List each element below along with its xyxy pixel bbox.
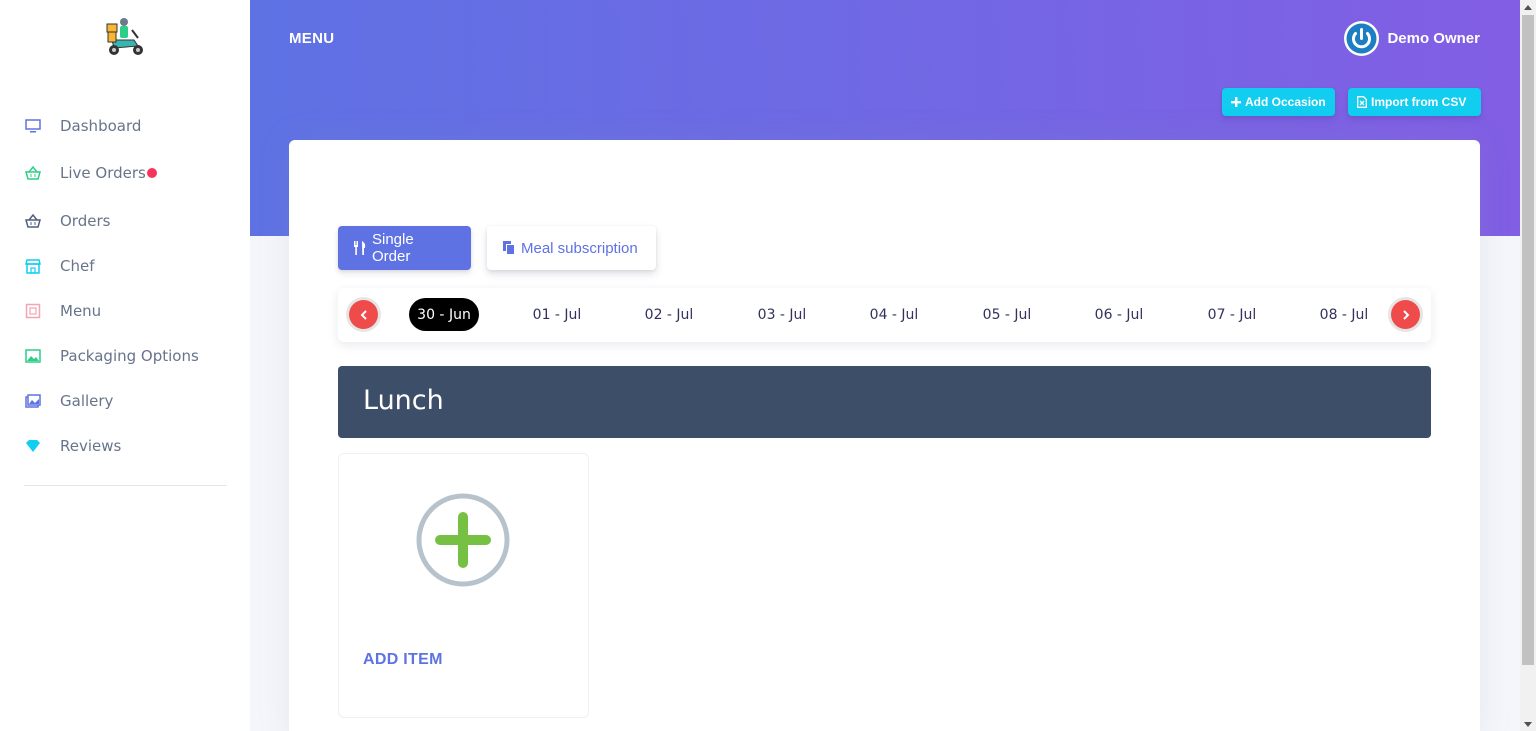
sidebar-item-reviews[interactable]: Reviews [0,424,250,468]
power-icon [1344,21,1380,56]
file-excel-icon [1357,96,1367,108]
sidebar-item-label: Gallery [60,392,114,410]
sidebar-item-orders[interactable]: Orders [0,199,250,243]
add-occasion-button[interactable]: Add Occasion [1222,88,1335,116]
scroll-down-arrow-icon[interactable] [1520,717,1536,731]
live-indicator [147,168,157,178]
image-icon [24,348,41,365]
date-item[interactable]: 07 - Jul [1197,298,1267,331]
menu-card: Single Order Meal subscription 30 - Jun … [289,140,1480,731]
sidebar-item-chef[interactable]: Chef [0,244,250,288]
basket-icon [24,213,41,230]
plus-icon [1231,97,1241,107]
meal-section-header: Lunch [338,366,1431,438]
user-name: Demo Owner [1387,30,1480,47]
album-icon [24,393,41,410]
sidebar: Dashboard Live Orders Orders Chef Menu P… [0,0,250,731]
scrollbar-thumb[interactable] [1522,15,1534,665]
date-item[interactable]: 04 - Jul [859,298,929,331]
sidebar-divider [24,485,227,486]
date-item[interactable]: 30 - Jun [409,298,479,331]
utensils-icon [354,241,366,255]
scroll-up-arrow-icon[interactable] [1520,0,1536,14]
sidebar-item-label: Live Orders [60,164,146,182]
sidebar-item-packaging-options[interactable]: Packaging Options [0,334,250,378]
copy-icon [503,241,515,255]
date-item[interactable]: 02 - Jul [634,298,704,331]
sidebar-item-label: Packaging Options [60,347,199,365]
date-item[interactable]: 01 - Jul [522,298,592,331]
sidebar-item-gallery[interactable]: Gallery [0,379,250,423]
sidebar-item-label: Reviews [60,437,122,455]
user-menu[interactable]: Demo Owner [1344,21,1480,56]
next-date-button[interactable] [1388,297,1423,332]
prev-date-button[interactable] [346,297,381,332]
date-selector: 30 - Jun 01 - Jul 02 - Jul 03 - Jul 04 -… [338,288,1431,342]
meal-section-title: Lunch [363,385,444,416]
page-title: MENU [289,30,335,47]
chevron-right-icon [1391,300,1420,329]
sidebar-item-label: Menu [60,302,102,320]
sidebar-item-dashboard[interactable]: Dashboard [0,104,250,148]
diamond-icon [24,438,41,455]
monitor-icon [24,118,41,135]
sidebar-item-label: Dashboard [60,117,142,135]
page-scrollbar[interactable] [1520,0,1536,731]
shop-icon [24,258,41,275]
tab-meal-subscription[interactable]: Meal subscription [487,226,656,270]
sidebar-item-label: Chef [60,257,95,275]
add-item-label: ADD ITEM [363,651,443,668]
date-item[interactable]: 08 - Jul [1309,298,1379,331]
date-item[interactable]: 03 - Jul [747,298,817,331]
basket-icon [24,165,41,182]
chevron-left-icon [349,300,378,329]
scooter-delivery-logo[interactable] [104,16,148,58]
sidebar-item-live-orders[interactable]: Live Orders [0,151,250,195]
date-item[interactable]: 05 - Jul [972,298,1042,331]
date-item[interactable]: 06 - Jul [1084,298,1154,331]
add-circle-icon [415,492,511,588]
tab-single-order-label: Single Order [372,231,414,265]
tab-meal-subscription-label: Meal subscription [521,239,638,257]
sidebar-item-label: Orders [60,212,111,230]
sidebar-item-menu[interactable]: Menu [0,289,250,333]
import-csv-label: Import from CSV [1371,95,1467,109]
menu-icon [24,303,41,320]
add-occasion-label: Add Occasion [1245,95,1326,109]
add-item-card[interactable]: ADD ITEM [338,453,589,718]
import-csv-button[interactable]: Import from CSV [1348,88,1481,116]
tab-single-order[interactable]: Single Order [338,226,471,270]
